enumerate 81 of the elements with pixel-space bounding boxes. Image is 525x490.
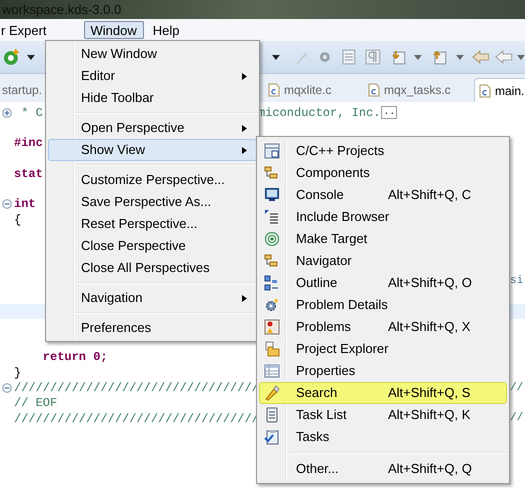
download-icon[interactable] (390, 49, 406, 65)
target-icon (264, 231, 280, 247)
menu-item[interactable]: Console Alt+Shift+Q, C (259, 184, 507, 206)
expand-icon[interactable] (2, 108, 12, 118)
collapse-icon[interactable] (2, 382, 12, 393)
back-icon[interactable] (495, 50, 514, 64)
folder-icon (264, 341, 280, 357)
dropdown-icon[interactable] (272, 54, 280, 60)
code-text: miconductor, Inc. (258, 104, 380, 122)
menu-item[interactable]: Make Target (259, 228, 507, 250)
outline-icon (264, 275, 280, 291)
menu-item[interactable]: Help (146, 21, 187, 39)
checklist-icon (264, 429, 280, 445)
monitor-icon (264, 187, 280, 203)
caret-icon (241, 146, 248, 154)
warning-icon (264, 319, 280, 335)
menu-item[interactable]: Outline Alt+Shift+Q, O (259, 272, 507, 294)
menu-item[interactable]: Reset Perspective... (48, 213, 257, 235)
menu-item[interactable]: Properties (259, 360, 507, 382)
folders-icon (264, 253, 280, 269)
menu-item[interactable]: Problems Alt+Shift+Q, X (259, 316, 507, 338)
code-text: si (510, 274, 524, 289)
menu-item[interactable]: Close Perspective (48, 235, 257, 257)
table-icon (264, 363, 280, 379)
menu-item[interactable]: Close All Perspectives (48, 257, 257, 279)
code-text: { (14, 212, 22, 227)
caret-icon (241, 124, 248, 132)
folders-icon (264, 165, 280, 181)
c-file-icon (268, 83, 280, 97)
code-text: * C (20, 106, 43, 120)
dropdown-icon[interactable] (26, 54, 35, 60)
folded-marker[interactable]: .. (381, 106, 398, 120)
menu-item[interactable]: Task List Alt+Shift+Q, K (259, 404, 507, 426)
editor-tab[interactable]: mqxlite.c (264, 78, 336, 102)
menu-item[interactable]: Components (259, 162, 507, 184)
upload-icon[interactable] (432, 49, 448, 65)
menu-item[interactable]: C/C++ Projects (259, 140, 507, 162)
menu-item[interactable]: Save Perspective As... (48, 191, 257, 213)
menu-item[interactable]: Navigator (259, 250, 507, 272)
c-file-icon (368, 83, 380, 97)
menu-item[interactable]: Window (84, 21, 144, 39)
menu-item[interactable]: Navigation (48, 287, 257, 309)
code-text: // EOF (14, 396, 58, 410)
code-text: } (14, 366, 22, 380)
code-text: int (14, 197, 36, 212)
menu-item[interactable]: New Window (48, 43, 257, 65)
c-file-icon (479, 84, 491, 98)
menu-item[interactable]: Search Alt+Shift+Q, S (259, 382, 507, 404)
add-icon[interactable] (3, 48, 21, 66)
code-text: return 0; (42, 350, 108, 364)
menu-item[interactable]: Customize Perspective... (48, 169, 257, 191)
menu-item[interactable]: Hide Toolbar (48, 87, 257, 109)
code-text: stat (14, 166, 43, 181)
menu-item[interactable]: Open Perspective (48, 117, 257, 139)
grid-icon (264, 143, 280, 159)
menu-item[interactable]: Problem Details (259, 294, 507, 316)
menu-item[interactable]: Tasks (259, 426, 507, 448)
list-icon (264, 209, 280, 225)
flashlight-icon (264, 385, 280, 401)
code-text: ////////////////////////////////// (14, 412, 259, 426)
window-title: workspace.kds-3.0.0 (2, 3, 122, 16)
paragraph-icon[interactable] (365, 49, 381, 65)
code-text: #inc (14, 136, 43, 150)
back-icon[interactable] (472, 50, 490, 64)
code-text: ////////////////////////////////// (14, 381, 259, 395)
document-icon (264, 407, 280, 423)
editor-tab[interactable]: mqx_tasks.c (364, 78, 455, 102)
code-text: // (510, 380, 524, 396)
menu-item[interactable]: Editor (48, 65, 257, 87)
menu-item[interactable]: Project Explorer (259, 338, 507, 360)
editor-tab[interactable]: main. (474, 78, 525, 102)
collapse-icon[interactable] (2, 199, 12, 210)
editor-tab[interactable]: startup. (0, 78, 44, 102)
caret-icon (241, 294, 248, 302)
page-icon[interactable] (341, 49, 357, 65)
menu-item[interactable]: Show View (48, 139, 257, 161)
code-text: // (510, 411, 524, 426)
menu-item[interactable]: Preferences (48, 317, 257, 339)
menu-item[interactable]: Include Browser (259, 206, 507, 228)
menu-item[interactable]: r Expert (0, 21, 54, 39)
menu-item[interactable]: Other... Alt+Shift+Q, Q (259, 458, 507, 480)
